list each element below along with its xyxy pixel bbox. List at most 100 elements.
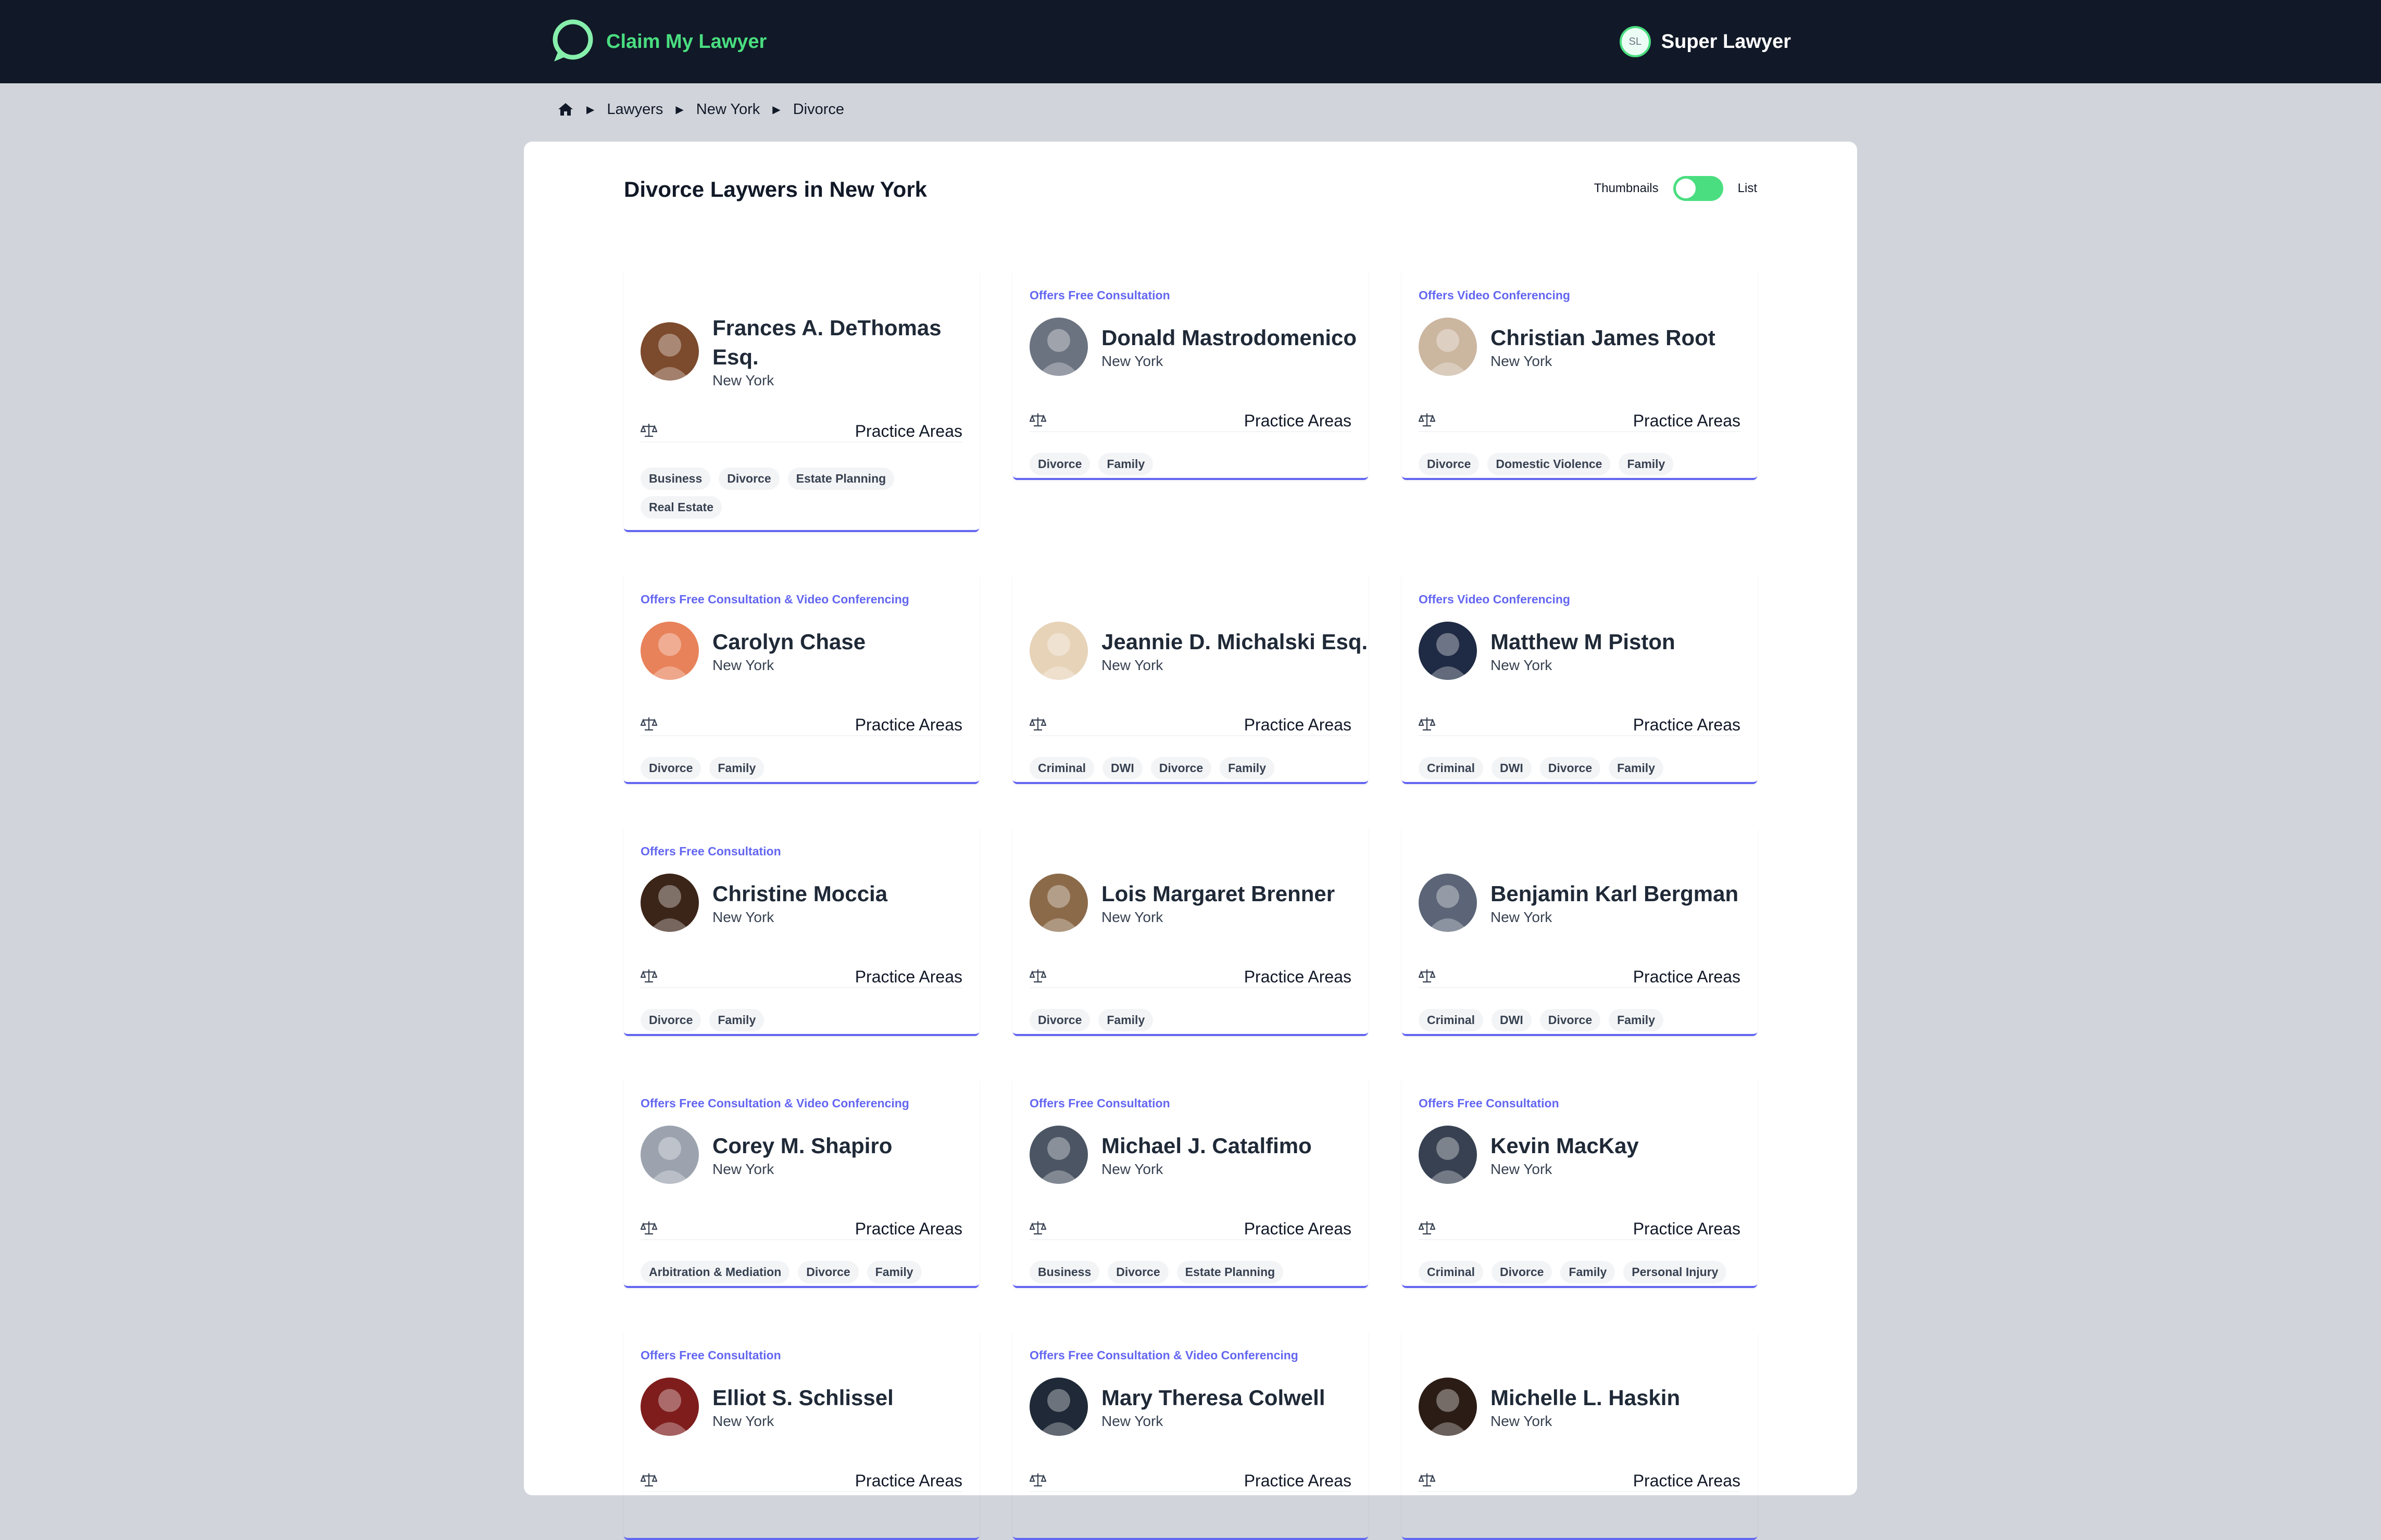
practice-tag[interactable]: DWI (1492, 1009, 1532, 1031)
practice-tags: Divorce Family (641, 1009, 969, 1038)
lawyer-name[interactable]: Donald Mastrodomenico (1101, 323, 1357, 352)
lawyer-name[interactable]: Frances A. DeThomas Esq. (712, 313, 979, 372)
practice-tag[interactable]: Business (641, 468, 711, 490)
lawyer-card[interactable]: Frances A. DeThomas Esq. New York Practice… (624, 272, 979, 532)
lawyer-name[interactable]: Benjamin Karl Bergman (1490, 879, 1738, 908)
lawyer-card[interactable]: Offers Free Consultation & Video Confere… (624, 1080, 979, 1288)
user-menu[interactable]: SL Super Lawyer (1619, 23, 1791, 60)
practice-tag[interactable]: Domestic Violence (1487, 453, 1611, 475)
lawyer-name[interactable]: Kevin MacKay (1490, 1131, 1639, 1160)
practice-tag[interactable]: Divorce (1539, 757, 1601, 779)
lawyer-city: New York (1101, 909, 1163, 925)
lawyer-card[interactable]: Offers Free Consultation & Video Confere… (624, 576, 979, 784)
lawyer-card[interactable]: Lois Margaret Brenner New York Practice Ar… (1013, 828, 1368, 1036)
breadcrumb-lawyers[interactable]: Lawyers (607, 101, 663, 118)
breadcrumb-practice[interactable]: Divorce (793, 101, 844, 118)
practice-tag[interactable]: Divorce (1492, 1261, 1552, 1283)
results-panel: Divorce Laywers in New York Thumbnails L… (524, 142, 1857, 1540)
lawyer-name[interactable]: Jeannie D. Michalski Esq. (1101, 627, 1368, 657)
lawyer-name[interactable]: Christian James Root (1490, 323, 1715, 352)
lawyer-card[interactable]: Jeannie D. Michalski Esq. New York Practic… (1013, 576, 1368, 784)
practice-tag[interactable]: Divorce (719, 468, 780, 490)
view-switch[interactable] (1673, 176, 1723, 201)
practice-tag[interactable]: Family (709, 757, 765, 779)
practice-tag[interactable]: Family (1220, 757, 1274, 779)
lawyer-name[interactable]: Carolyn Chase (712, 627, 866, 657)
practice-tag[interactable]: Family (1609, 1009, 1663, 1031)
practice-tag[interactable]: Criminal (1419, 757, 1484, 779)
practice-tag[interactable]: Divorce (1419, 453, 1480, 475)
scale-icon (1029, 715, 1047, 735)
lawyer-card[interactable]: Offers Free Consultation Kevin MacKay New … (1402, 1080, 1757, 1288)
practice-tag[interactable]: Criminal (1419, 1261, 1484, 1283)
practice-tag[interactable]: Divorce (641, 757, 701, 779)
offer-badge: Offers Free Consultation (641, 1348, 781, 1362)
practice-tags: Divorce Family (1030, 453, 1358, 482)
lawyer-card[interactable]: Offers Video Conferencing Matthew M Pisto… (1402, 576, 1757, 784)
practice-tag[interactable]: Family (867, 1261, 922, 1283)
lawyer-photo (1419, 874, 1477, 932)
practice-tag[interactable]: Divorce (1108, 1261, 1169, 1283)
lawyer-name[interactable]: Lois Margaret Brenner (1101, 879, 1335, 908)
practice-tag[interactable]: Family (1098, 1009, 1154, 1031)
practice-tag[interactable]: Estate Planning (1176, 1261, 1284, 1283)
toggle-label-list[interactable]: List (1738, 181, 1757, 196)
lawyer-card[interactable]: Offers Free Consultation Michael J. Catal… (1013, 1080, 1368, 1288)
toggle-label-thumbnails[interactable]: Thumbnails (1594, 181, 1659, 196)
lawyer-card[interactable]: Benjamin Karl Bergman New York Practice Ar… (1402, 828, 1757, 1036)
lawyer-name[interactable]: Christine Moccia (712, 879, 887, 908)
practice-tag[interactable]: Divorce (1150, 757, 1212, 779)
practice-tag[interactable]: DWI (1102, 757, 1143, 779)
lawyer-name[interactable]: Michelle L. Haskin (1490, 1383, 1680, 1412)
lawyer-name[interactable]: Elliot S. Schlissel (712, 1383, 894, 1412)
lawyer-city: New York (712, 1161, 774, 1177)
practice-tag[interactable]: Family (1098, 453, 1154, 475)
practice-tag[interactable]: Divorce (798, 1261, 859, 1283)
practice-tag[interactable]: DWI (1492, 757, 1532, 779)
practice-tag[interactable]: Family (1619, 453, 1674, 475)
practice-tags: Divorce Domestic Violence Family (1419, 453, 1747, 482)
lawyer-photo (1419, 1126, 1477, 1184)
lawyer-header: Corey M. Shapiro New York (641, 1126, 892, 1184)
practice-tag[interactable]: Business (1030, 1261, 1100, 1283)
practice-areas-label: Practice Areas (1633, 411, 1740, 430)
practice-tag[interactable]: Family (1609, 757, 1663, 779)
practice-tag[interactable]: Criminal (1419, 1009, 1484, 1031)
practice-tag[interactable]: Divorce (1030, 1009, 1091, 1031)
practice-tag[interactable]: Arbitration & Mediation (641, 1261, 790, 1283)
scale-icon (1029, 1219, 1047, 1239)
lawyer-name[interactable]: Matthew M Piston (1490, 627, 1675, 657)
practice-areas-label: Practice Areas (1633, 1471, 1740, 1490)
practice-tag[interactable]: Divorce (1539, 1009, 1601, 1031)
breadcrumb-city[interactable]: New York (696, 101, 760, 118)
lawyer-card[interactable]: Offers Free Consultation & Video Confere… (1013, 1332, 1368, 1540)
lawyer-city: New York (1490, 1161, 1552, 1177)
lawyer-city: New York (1101, 1413, 1163, 1429)
lawyer-header: Kevin MacKay New York (1419, 1126, 1639, 1184)
breadcrumb: ▶ Lawyers ▶ New York ▶ Divorce (557, 98, 844, 121)
lawyer-photo (1419, 622, 1477, 680)
practice-areas-row: Practice Areas (1029, 714, 1351, 736)
practice-tag[interactable]: Personal Injury (1623, 1261, 1727, 1283)
practice-tag[interactable]: Real Estate (641, 496, 722, 519)
lawyer-card[interactable]: Offers Free Consultation Elliot S. Schlis… (624, 1332, 979, 1540)
scale-icon (1029, 411, 1047, 431)
chat-logo-icon (553, 19, 593, 61)
lawyer-card[interactable]: Offers Video Conferencing Christian James… (1402, 272, 1757, 480)
lawyer-name[interactable]: Mary Theresa Colwell (1101, 1383, 1325, 1412)
brand-link[interactable]: Claim My Lawyer (548, 17, 767, 67)
lawyer-card[interactable]: Michelle L. Haskin New York Practice Areas (1402, 1332, 1757, 1540)
practice-tag[interactable]: Family (709, 1009, 765, 1031)
practice-tag[interactable]: Family (1560, 1261, 1615, 1283)
home-icon[interactable] (557, 101, 574, 118)
lawyer-name[interactable]: Michael J. Catalfimo (1101, 1131, 1312, 1160)
practice-tag[interactable]: Estate Planning (787, 468, 895, 490)
lawyer-city: New York (712, 909, 774, 925)
practice-tag[interactable]: Divorce (1030, 453, 1091, 475)
practice-tag[interactable]: Criminal (1030, 757, 1095, 779)
practice-tag[interactable]: Divorce (641, 1009, 701, 1031)
lawyer-card[interactable]: Offers Free Consultation Donald Mastrodom… (1013, 272, 1368, 480)
lawyer-card[interactable]: Offers Free Consultation Christine Moccia… (624, 828, 979, 1036)
lawyer-name[interactable]: Corey M. Shapiro (712, 1131, 892, 1160)
scale-icon (1418, 967, 1436, 987)
